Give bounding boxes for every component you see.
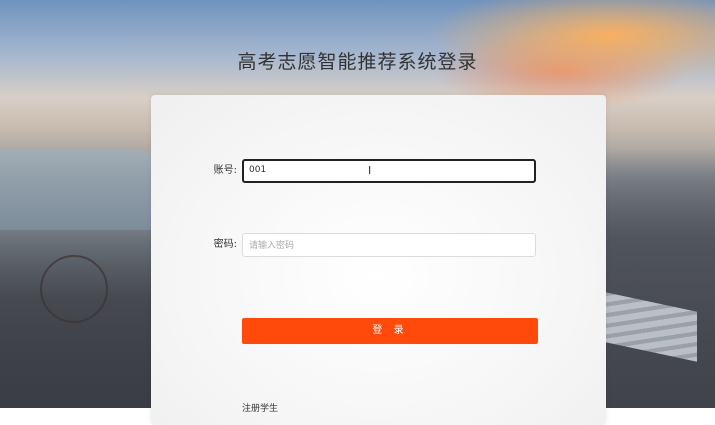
password-input[interactable]: 请输入密码 (242, 233, 536, 257)
page-title: 高考志愿智能推荐系统登录 (237, 51, 478, 73)
text-cursor-icon: I (368, 164, 372, 177)
ferris-wheel (40, 255, 108, 323)
account-value: 001 (249, 165, 267, 175)
password-label: 密码: (213, 239, 237, 250)
password-placeholder: 请输入密码 (249, 241, 295, 251)
login-button[interactable]: 登 录 (242, 318, 538, 344)
login-card: 账号: 001 I 密码: 请输入密码 登 录 注册学生 (151, 95, 606, 425)
account-label: 账号: (213, 165, 237, 176)
account-input[interactable]: 001 I (242, 159, 536, 183)
